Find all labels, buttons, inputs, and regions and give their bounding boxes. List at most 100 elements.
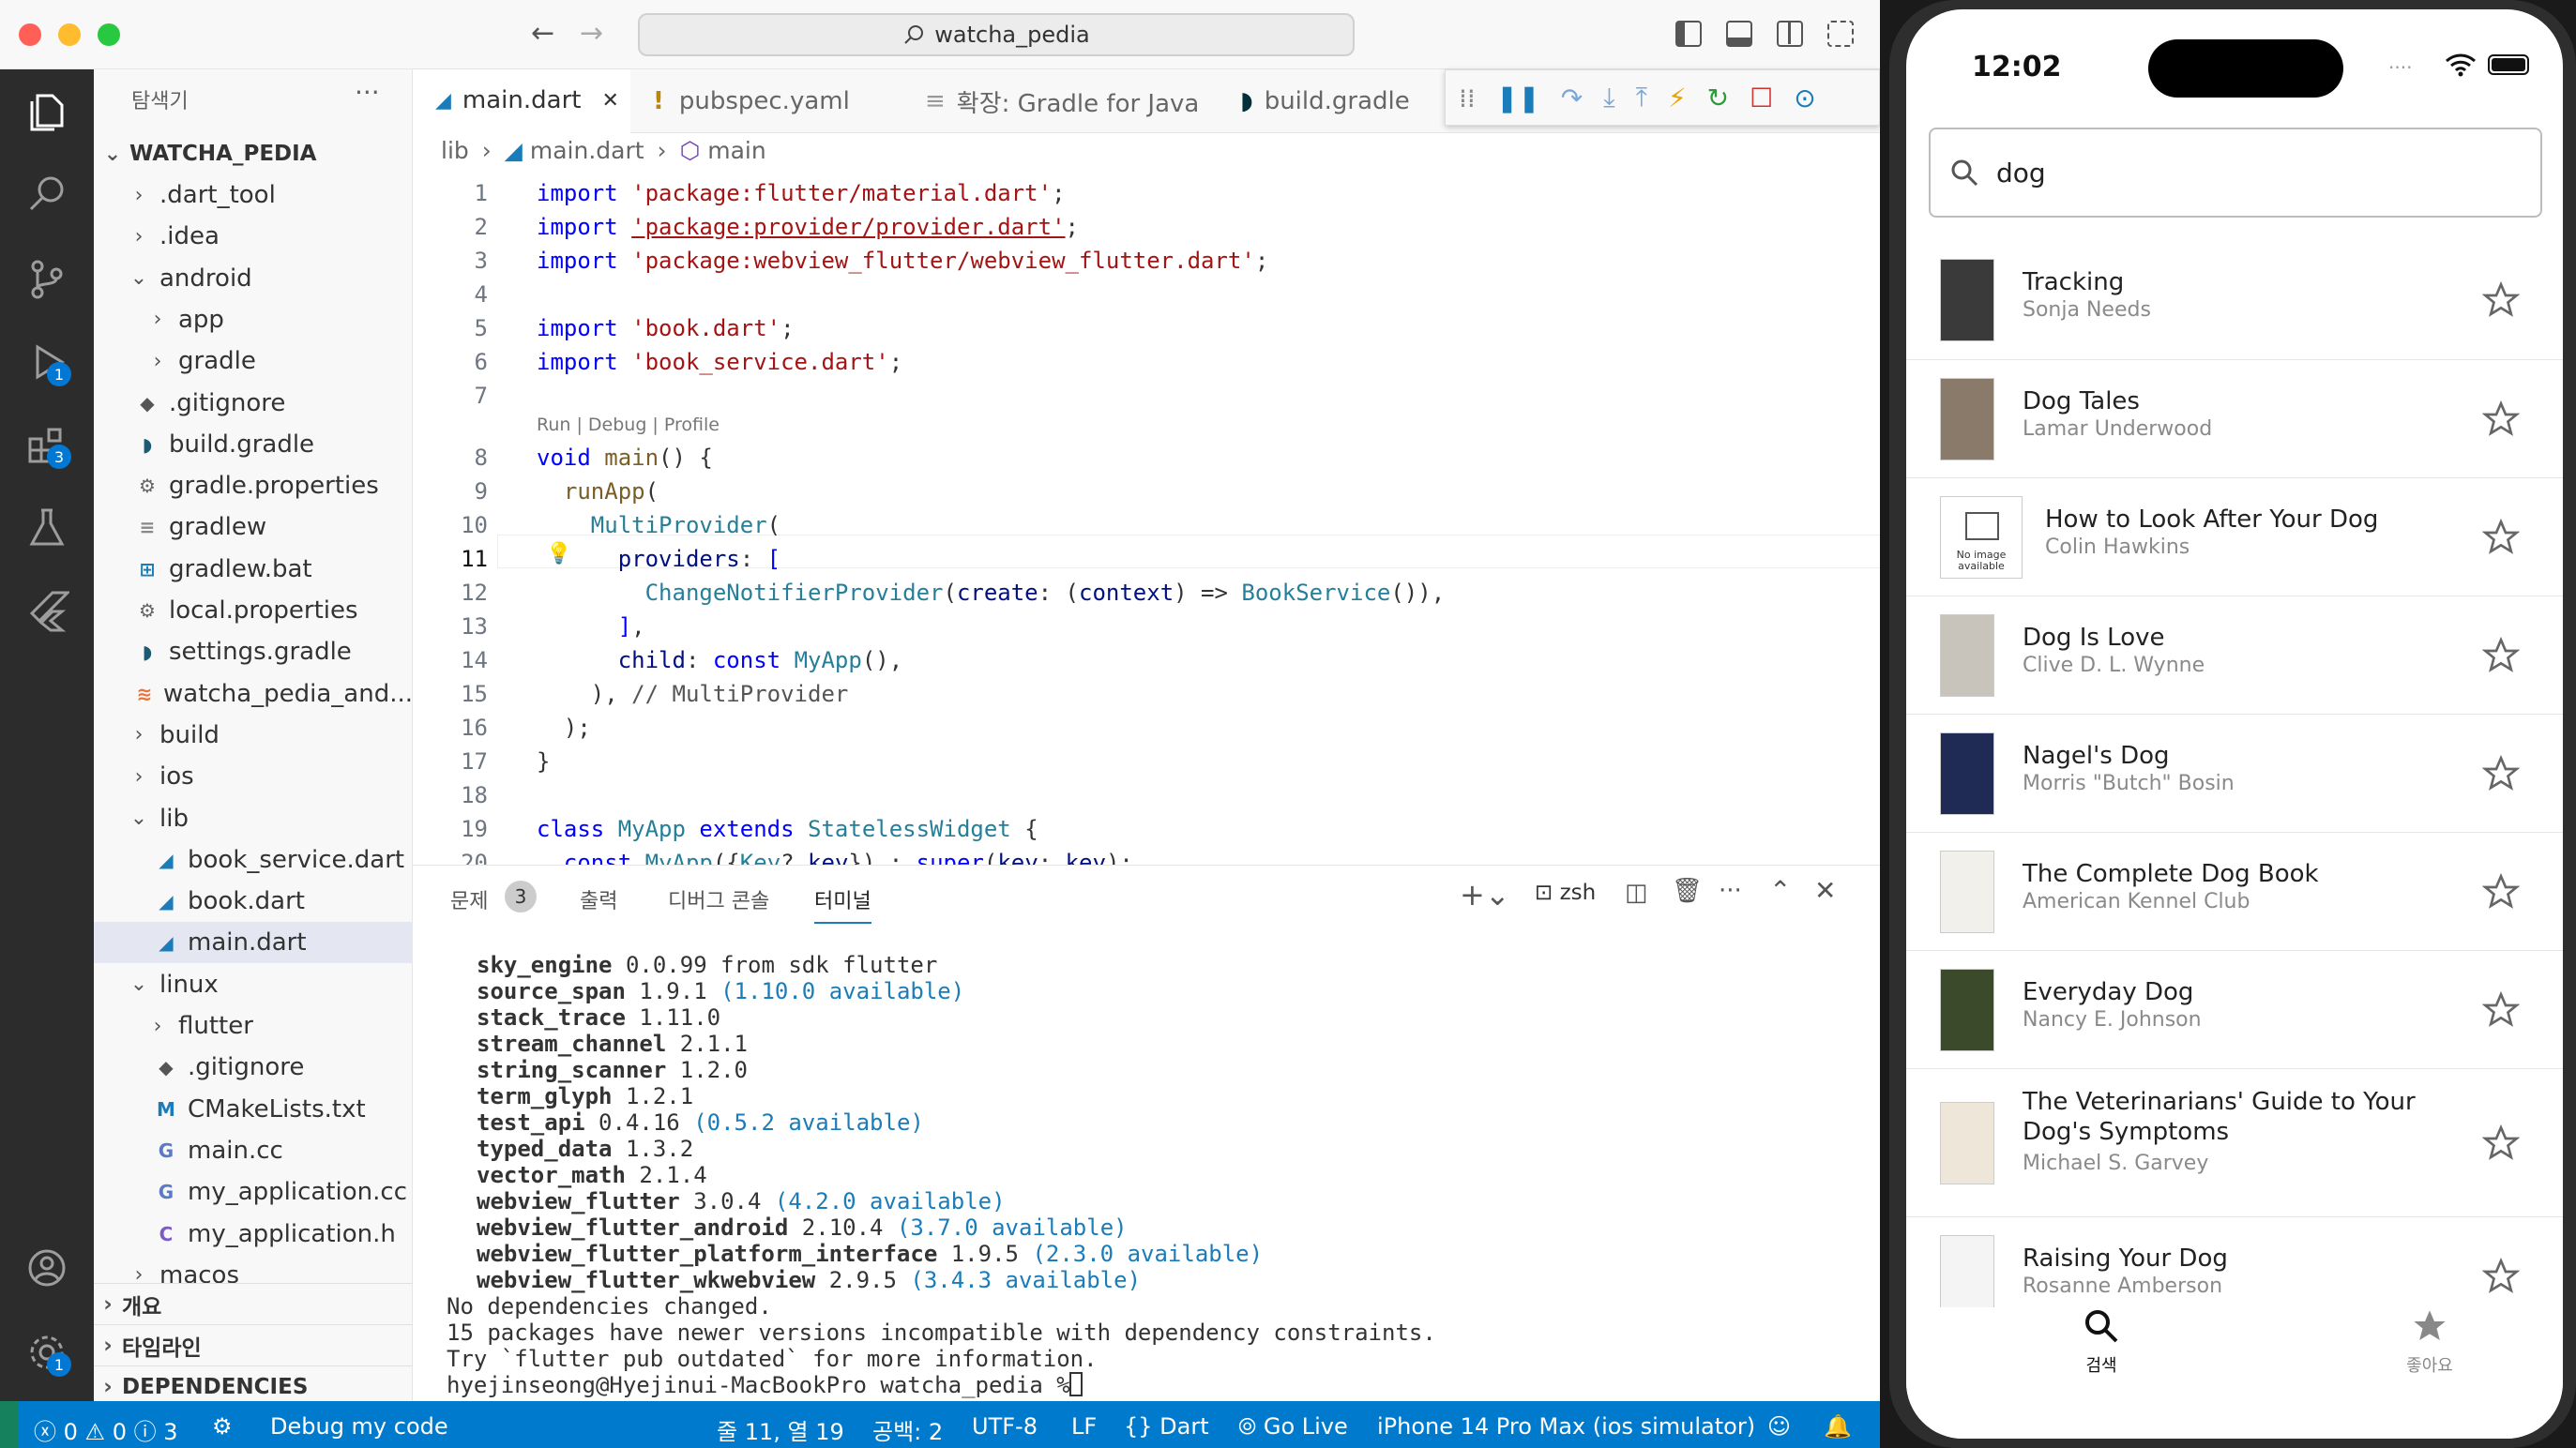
forward-arrow-icon[interactable]: →: [580, 17, 603, 50]
breadcrumb-symbol[interactable]: main: [707, 137, 765, 164]
nav-like-tab[interactable]: 좋아요: [2336, 1307, 2523, 1377]
breadcrumb-lib[interactable]: lib: [441, 137, 469, 164]
explorer-item[interactable]: ⌄ lib: [94, 798, 413, 839]
explorer-item[interactable]: ≡ gradlew: [94, 506, 413, 548]
book-list-item[interactable]: Everyday Dog Nancy E. Johnson: [1906, 951, 2563, 1069]
debug-config[interactable]: Debug my code: [270, 1413, 448, 1440]
tab-debug-console[interactable]: 디버그 콘솔: [668, 884, 769, 914]
favorite-star-icon[interactable]: [2482, 281, 2520, 319]
toggle-panel-icon[interactable]: [1726, 21, 1752, 47]
book-list-item[interactable]: Dog Is Love Clive D. L. Wynne: [1906, 596, 2563, 715]
explorer-item[interactable]: Cmy_application.h: [94, 1214, 413, 1255]
explorer-item[interactable]: ◢ book.dart: [94, 881, 413, 922]
explorer-item[interactable]: › app: [94, 299, 413, 340]
cursor-position[interactable]: 줄 11, 열 19: [717, 1413, 844, 1446]
tab-output[interactable]: 출력: [580, 884, 617, 914]
close-window-button[interactable]: [19, 23, 41, 46]
tab-main-dart[interactable]: ◢ main.dart ✕: [413, 69, 630, 133]
code-editor[interactable]: 1 2 3 4 5 6 7 8 9 10 11 12 13 14 15 16 17 18 19 20 import '…: [413, 169, 1880, 865]
trash-icon[interactable]: 🗑: [1672, 877, 1703, 905]
lightbulb-icon[interactable]: 💡: [546, 542, 571, 566]
explorer-item[interactable]: › .idea: [94, 216, 413, 257]
restart-icon[interactable]: ↻: [1707, 83, 1729, 113]
explorer-item[interactable]: › flutter: [94, 1005, 413, 1047]
explorer-item[interactable]: Gmain.cc: [94, 1130, 413, 1171]
book-list-item[interactable]: Dog Tales Lamar Underwood: [1906, 360, 2563, 478]
explorer-item[interactable]: ◗ settings.gradle: [94, 631, 413, 672]
indentation[interactable]: 공백: 2: [872, 1413, 943, 1446]
explorer-root-folder[interactable]: ⌄ WATCHA_PEDIA: [94, 133, 413, 174]
encoding[interactable]: UTF-8: [972, 1413, 1038, 1440]
explorer-item[interactable]: › .dart_tool: [94, 174, 413, 216]
account-icon[interactable]: [21, 1242, 73, 1294]
settings-gear-icon[interactable]: 1: [21, 1326, 73, 1379]
back-arrow-icon[interactable]: ←: [531, 17, 554, 50]
testing-icon[interactable]: [21, 501, 73, 553]
book-list-item[interactable]: No image available How to Look After Your…: [1906, 478, 2563, 596]
language-mode[interactable]: {} Dart: [1124, 1413, 1209, 1440]
step-into-icon[interactable]: ⤓: [1603, 82, 1614, 113]
favorite-star-icon[interactable]: [2482, 755, 2520, 792]
feedback-icon[interactable]: ☺: [1767, 1413, 1791, 1440]
explorer-item[interactable]: M CMakeLists.txt: [94, 1089, 413, 1130]
explorer-item[interactable]: ⌄ android: [94, 258, 413, 299]
run-debug-icon[interactable]: 1: [21, 336, 73, 388]
book-list-item[interactable]: The Veterinarians' Guide to Your Dog's Sy…: [1906, 1069, 2563, 1217]
tab-extension-gradle[interactable]: ≡ 확장: Gradle for Java: [902, 69, 1218, 133]
customize-layout-icon[interactable]: [1827, 21, 1854, 47]
notifications-bell-icon[interactable]: 🔔: [1824, 1413, 1852, 1440]
go-live[interactable]: ⦾ Go Live: [1238, 1413, 1348, 1440]
explorer-item[interactable]: ◢ book_service.dart: [94, 839, 413, 881]
line-ending[interactable]: LF: [1071, 1413, 1097, 1440]
source-control-icon[interactable]: [21, 253, 73, 306]
split-terminal-icon[interactable]: ◫: [1625, 879, 1648, 907]
favorite-star-icon[interactable]: [2482, 400, 2520, 438]
explorer-item[interactable]: ◗ build.gradle: [94, 424, 413, 465]
stop-icon[interactable]: ☐: [1750, 83, 1773, 113]
explorer-item[interactable]: ◆ .gitignore: [94, 383, 413, 424]
favorite-star-icon[interactable]: [2482, 519, 2520, 556]
book-search-input[interactable]: dog: [1929, 128, 2542, 218]
add-terminal-icon[interactable]: +⌄: [1460, 877, 1510, 913]
tab-pubspec-yaml[interactable]: ! pubspec.yaml: [630, 69, 902, 133]
maximize-panel-icon[interactable]: ⌃: [1769, 875, 1791, 906]
explorer-item[interactable]: ◆ .gitignore: [94, 1047, 413, 1088]
close-tab-icon[interactable]: ✕: [601, 89, 618, 113]
terminal-prompt[interactable]: hyejinseong@Hyejinui-MacBookPro watcha_p…: [447, 1372, 1083, 1398]
codelens-run-debug[interactable]: Run | Debug | Profile: [537, 415, 720, 435]
explorer-item[interactable]: ⊞ gradlew.bat: [94, 549, 413, 590]
more-actions-icon[interactable]: ···: [1719, 877, 1742, 905]
step-over-icon[interactable]: ↷: [1561, 83, 1583, 113]
explorer-item[interactable]: › ios: [94, 756, 413, 797]
close-panel-icon[interactable]: ✕: [1814, 875, 1836, 906]
tab-problems[interactable]: 문제: [450, 884, 488, 914]
minimize-window-button[interactable]: [58, 23, 81, 46]
book-list-item[interactable]: The Complete Dog Book American Kennel Clu…: [1906, 833, 2563, 951]
explorer-item[interactable]: ≋ watcha_pedia_and...: [94, 673, 413, 715]
devtools-search-icon[interactable]: ⊙: [1794, 83, 1815, 113]
outline-section[interactable]: › 개요: [94, 1283, 413, 1324]
explorer-item[interactable]: › gradle: [94, 340, 413, 382]
breadcrumb-file[interactable]: main.dart: [530, 137, 644, 164]
hot-reload-icon[interactable]: ⚡: [1668, 83, 1687, 113]
terminal-shell-selector[interactable]: ⊡ zsh: [1535, 881, 1596, 905]
favorite-star-icon[interactable]: [2482, 1124, 2520, 1162]
step-out-icon[interactable]: ⤒: [1636, 82, 1647, 113]
problems-status[interactable]: ⓧ 0 ⚠ 0 ⓘ 3: [34, 1413, 178, 1446]
tab-terminal[interactable]: 터미널: [814, 884, 871, 924]
explorer-item[interactable]: ◢ main.dart: [94, 922, 413, 964]
favorite-star-icon[interactable]: [2482, 873, 2520, 911]
explorer-icon[interactable]: [21, 86, 73, 139]
explorer-item[interactable]: Gmy_application.cc: [94, 1171, 413, 1213]
pause-icon[interactable]: ❚❚: [1496, 83, 1540, 113]
nav-search-tab[interactable]: 검색: [2008, 1307, 2195, 1377]
flutter-icon[interactable]: [21, 583, 73, 636]
toggle-secondary-sidebar-icon[interactable]: [1777, 21, 1803, 47]
zoom-window-button[interactable]: [98, 23, 120, 46]
extensions-icon[interactable]: 3: [21, 418, 73, 471]
explorer-item[interactable]: ⚙ local.properties: [94, 590, 413, 631]
favorite-star-icon[interactable]: [2482, 1258, 2520, 1295]
remote-indicator[interactable]: [0, 1401, 19, 1448]
toggle-sidebar-icon[interactable]: [1675, 21, 1702, 47]
device-selector[interactable]: iPhone 14 Pro Max (ios simulator): [1377, 1413, 1755, 1440]
